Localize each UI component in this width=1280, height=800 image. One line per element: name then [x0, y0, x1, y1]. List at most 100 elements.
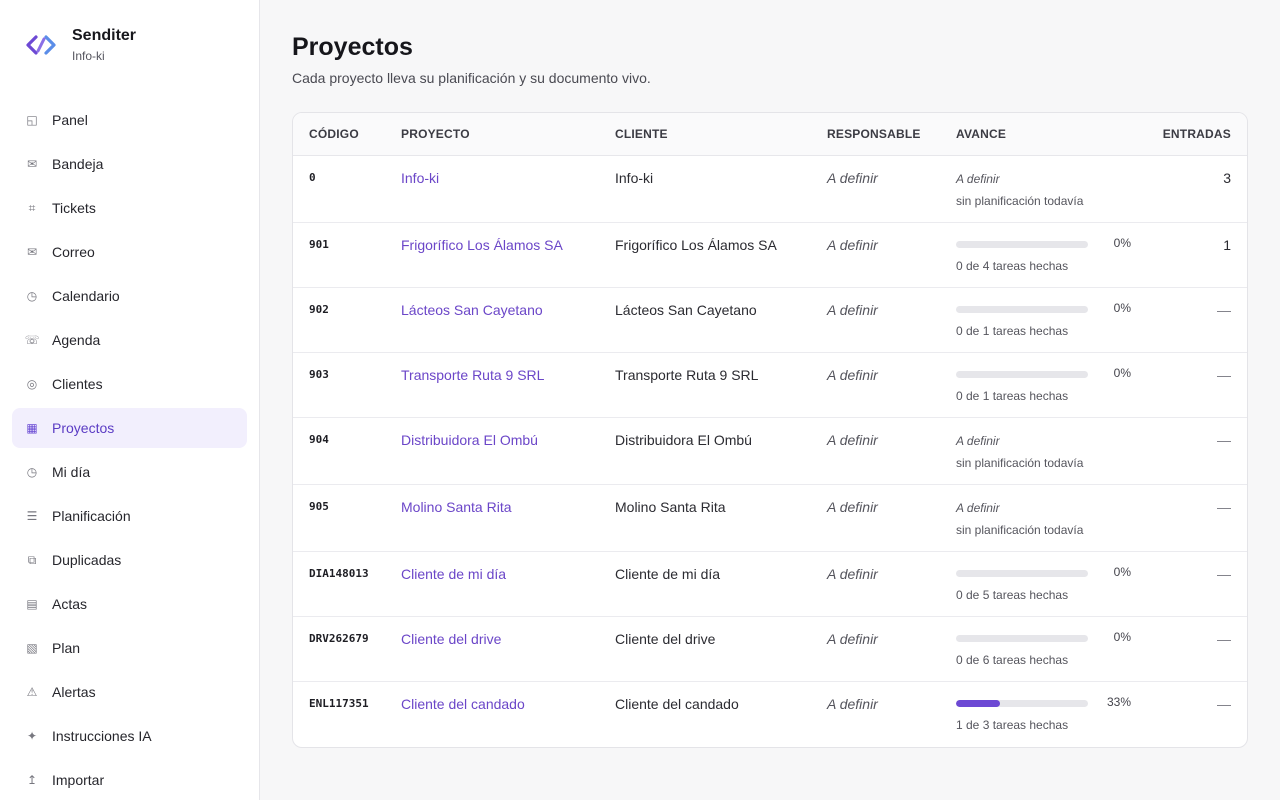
table-row[interactable]: 902 Lácteos San Cayetano Lácteos San Cayet… [293, 288, 1247, 353]
project-code: DIA148013 [309, 567, 369, 580]
owner-name: A definir [827, 302, 878, 318]
sparkle-icon: ✦ [26, 729, 38, 743]
header-code[interactable]: CÓDIGO [309, 127, 359, 141]
table-row[interactable]: 901 Frigorífico Los Álamos SA Frigorífico … [293, 223, 1247, 288]
header-owner[interactable]: RESPONSABLE [827, 127, 921, 141]
sidebar-item-alertas[interactable]: ⚠ Alertas [12, 672, 247, 712]
project-code: 0 [309, 171, 316, 184]
client-name: Lácteos San Cayetano [615, 302, 757, 318]
phone-icon: ☏ [24, 333, 40, 347]
sidebar-item-panel[interactable]: ◱ Panel [12, 100, 247, 140]
sidebar-item-label: Duplicadas [52, 552, 122, 568]
project-link[interactable]: Cliente del drive [401, 631, 501, 647]
sidebar-item-importar[interactable]: ↥ Importar [12, 760, 247, 800]
sidebar-item-label: Tickets [52, 200, 96, 216]
sidebar-item-label: Clientes [52, 376, 103, 392]
progress-percent: 0% [1113, 630, 1131, 644]
project-code: DRV262679 [309, 632, 369, 645]
progress-bar [956, 241, 1088, 248]
entries-count: — [1217, 499, 1231, 515]
owner-name: A definir [827, 499, 878, 515]
sidebar-item-calendario[interactable]: ◷ Calendario [12, 276, 247, 316]
table-row[interactable]: 904 Distribuidora El Ombú Distribuidora El… [293, 418, 1247, 485]
client-name: Cliente del candado [615, 696, 739, 712]
owner-name: A definir [827, 566, 878, 582]
table-row[interactable]: 0 Info-ki Info-ki A definir 3 A definir sin pl… [293, 156, 1247, 223]
project-code: 902 [309, 303, 329, 316]
header-client[interactable]: CLIENTE [615, 127, 668, 141]
progress-note: sin planificación todavía [956, 194, 1084, 208]
sidebar-item-plan[interactable]: ▧ Plan [12, 628, 247, 668]
ticket-icon: ⌗ [28, 200, 36, 215]
client-name: Cliente de mi día [615, 566, 721, 582]
progress-bar-fill [956, 700, 1000, 707]
sidebar-item-proyectos[interactable]: ▦ Proyectos [12, 408, 247, 448]
project-link[interactable]: Cliente del candado [401, 696, 525, 712]
project-link[interactable]: Info-ki [401, 170, 439, 186]
progress-percent: 0% [1113, 236, 1131, 250]
client-name: Info-ki [615, 170, 654, 186]
progress-note: 0 de 5 tareas hechas [956, 588, 1069, 602]
progress-bar [956, 371, 1088, 378]
table-row[interactable]: DIA148013 Cliente de mi día Cliente de mi … [293, 552, 1247, 617]
sidebar-item-correo[interactable]: ✉ Correo [12, 232, 247, 272]
owner-name: A definir [827, 631, 878, 647]
brand[interactable]: Senditer Info-ki [24, 26, 136, 64]
sidebar-item-duplicadas[interactable]: ⧉ Duplicadas [12, 540, 247, 580]
calendar-icon: ◷ [26, 289, 38, 303]
progress-note: 0 de 6 tareas hechas [956, 653, 1069, 667]
import-icon: ↥ [26, 773, 38, 787]
project-link[interactable]: Transporte Ruta 9 SRL [401, 367, 544, 383]
project-link[interactable]: Molino Santa Rita [401, 499, 512, 515]
project-link[interactable]: Lácteos San Cayetano [401, 302, 543, 318]
owner-name: A definir [827, 237, 878, 253]
entries-count: — [1217, 631, 1231, 647]
header-progress[interactable]: AVANCE [956, 127, 1006, 141]
sidebar-item-label: Instrucciones IA [52, 728, 152, 744]
table-row[interactable]: 903 Transporte Ruta 9 SRL Transporte Ruta … [293, 353, 1247, 418]
project-link[interactable]: Cliente de mi día [401, 566, 506, 582]
header-project[interactable]: PROYECTO [401, 127, 470, 141]
sidebar-item-bandeja[interactable]: ✉ Bandeja [12, 144, 247, 184]
page-subtitle: Cada proyecto lleva su planificación y s… [292, 70, 651, 86]
progress-note: sin planificación todavía [956, 456, 1084, 470]
entries-count: — [1217, 566, 1231, 582]
table-row[interactable]: ENL117351 Cliente del candado Cliente del … [293, 682, 1247, 747]
progress-note: 0 de 1 tareas hechas [956, 324, 1069, 338]
progress-percent: 0% [1113, 565, 1131, 579]
project-code: 901 [309, 238, 329, 251]
sidebar-item-agenda[interactable]: ☏ Agenda [12, 320, 247, 360]
progress-note: 0 de 1 tareas hechas [956, 389, 1069, 403]
progress-note: sin planificación todavía [956, 523, 1084, 537]
entries-count: — [1217, 367, 1231, 383]
clients-icon: ◎ [26, 377, 38, 391]
sidebar-item-label: Proyectos [52, 420, 115, 436]
table-row[interactable]: 905 Molino Santa Rita Molino Santa Rita A d… [293, 485, 1247, 552]
sidebar-item-label: Importar [52, 772, 105, 788]
sidebar-item-instrucciones-ia[interactable]: ✦ Instrucciones IA [12, 716, 247, 756]
sidebar-item-label: Agenda [52, 332, 101, 348]
sidebar-item-clientes[interactable]: ◎ Clientes [12, 364, 247, 404]
sidebar-item-mi-día[interactable]: ◷ Mi día [12, 452, 247, 492]
project-link[interactable]: Frigorífico Los Álamos SA [401, 237, 563, 253]
owner-name: A definir [827, 696, 878, 712]
sidebar-item-label: Panel [52, 112, 88, 128]
owner-name: A definir [827, 367, 878, 383]
entries-count: 3 [1223, 170, 1231, 186]
table-header: CÓDIGO PROYECTO CLIENTE RESPONSABLE AVAN… [293, 113, 1247, 156]
sidebar-item-label: Mi día [52, 464, 91, 480]
project-code: ENL117351 [309, 697, 369, 710]
sidebar-item-tickets[interactable]: ⌗ Tickets [12, 188, 247, 228]
entries-count: — [1217, 696, 1231, 712]
client-name: Transporte Ruta 9 SRL [615, 367, 759, 383]
sidebar-item-planificación[interactable]: ☰ Planificación [12, 496, 247, 536]
sidebar: Senditer Info-ki ◱ Panel ✉ Bandeja ⌗ Tickets ✉… [0, 0, 260, 800]
progress-percent: 0% [1113, 366, 1131, 380]
table-row[interactable]: DRV262679 Cliente del drive Cliente del dr… [293, 617, 1247, 682]
project-link[interactable]: Distribuidora El Ombú [401, 432, 538, 448]
plan-icon: ▧ [26, 641, 38, 655]
project-code: 903 [309, 368, 329, 381]
owner-name: A definir [827, 170, 878, 186]
header-entries[interactable]: ENTRADAS [1163, 127, 1231, 141]
sidebar-item-actas[interactable]: ▤ Actas [12, 584, 247, 624]
